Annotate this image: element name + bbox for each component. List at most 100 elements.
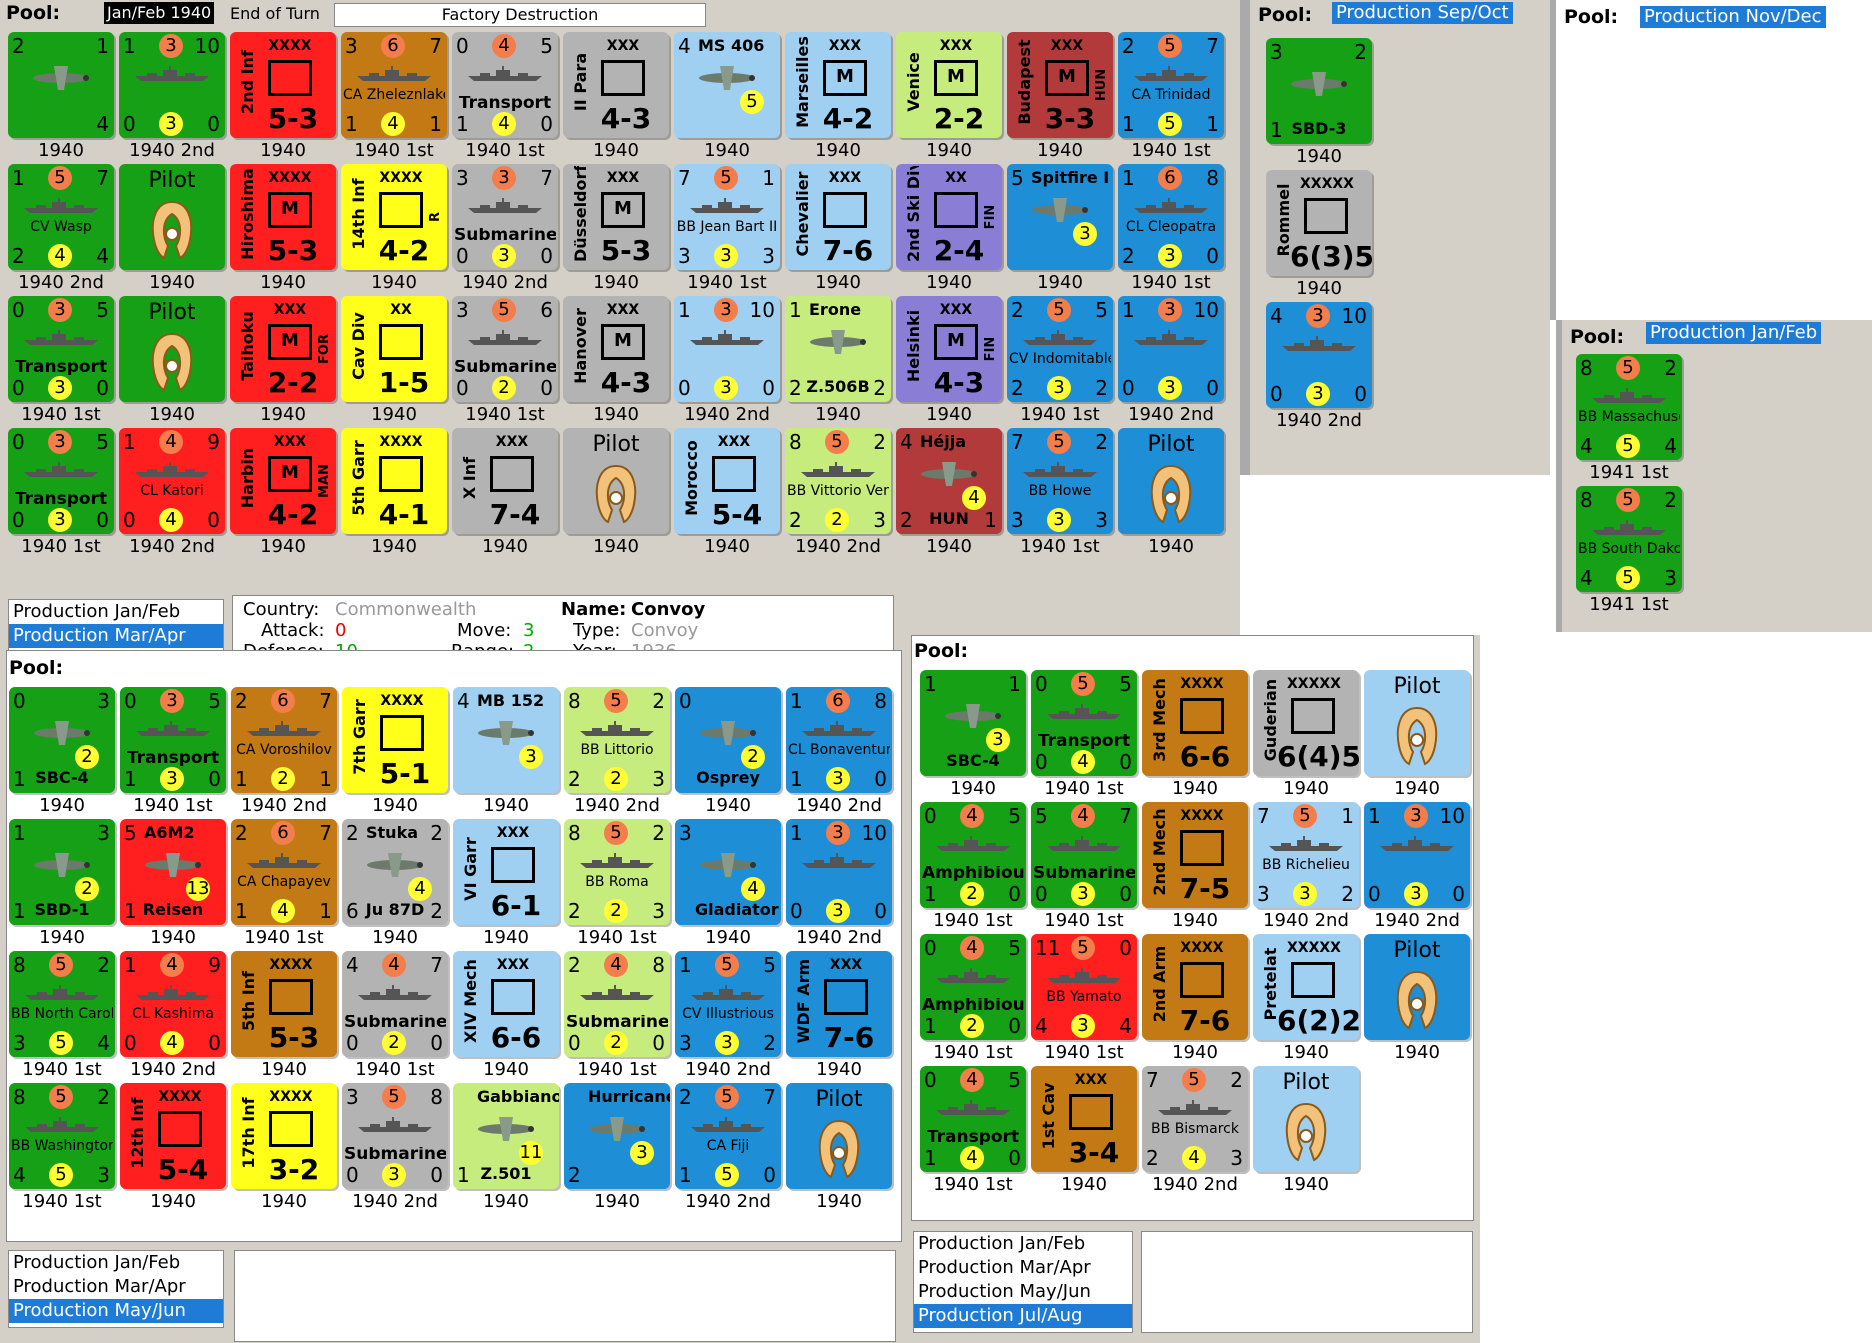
ship-counter[interactable]: 2 7 6 CA Voroshilov 1 1 2 — [231, 687, 337, 793]
ship-counter[interactable]: 1 5 5 CV Illustrious 3 2 3 — [675, 951, 781, 1057]
ship-counter[interactable]: 8 2 5 BB Washington 4 3 5 — [9, 1083, 115, 1189]
counter-cell[interactable]: 2 7 6 CA Voroshilov 1 1 2 1940 2nd — [229, 685, 339, 817]
counter-cell[interactable]: 2 7 5 CA Fiji 1 0 5 1940 2nd — [673, 1081, 783, 1213]
plane-counter[interactable]: Hurricane IIB 2 3 — [564, 1083, 670, 1189]
counter-cell[interactable]: 0 5 4 Transport 1 0 4 1940 1st — [450, 30, 560, 162]
counter-cell[interactable]: 1 10 3 0 0 3 1940 2nd — [1116, 294, 1226, 426]
counter-cell[interactable]: 7 2 5 BB Bismarck 2 3 4 1940 2nd — [1140, 1064, 1250, 1196]
counter-cell[interactable]: 825BB Massachusetts4451941 1st — [1574, 352, 1684, 484]
counter-cell[interactable]: 4 7 4 Submarine 0 0 2 1940 1st — [340, 949, 450, 1081]
plane-counter[interactable]: 3 2 SBD-3 1 — [1266, 38, 1372, 144]
unit-counter[interactable]: XXX M Venice 2-2 — [896, 32, 1002, 138]
ship-counter[interactable]: 11 0 5 BB Yamato 4 4 3 — [1031, 934, 1137, 1040]
counter-cell[interactable]: 11 0 5 BB Yamato 4 4 3 1940 1st — [1029, 932, 1139, 1064]
unit-counter[interactable]: XXX M Budapest HUN 3-3 — [1007, 32, 1113, 138]
counter-cell[interactable]: 825BB Vittorio Veneto2321940 2nd — [783, 426, 893, 558]
plane-counter[interactable]: 3 Gladiator 4 — [675, 819, 781, 925]
ship-counter[interactable]: 1 10 3 0 0 3 — [786, 819, 892, 925]
counter-cell[interactable]: 8 2 5 BB Washington 4 3 5 1940 1st — [7, 1081, 117, 1213]
counter-cell[interactable]: 0 5 4 Amphibious 1 0 2 1940 1st — [918, 932, 1028, 1064]
counter-cell[interactable]: 0 3 SBC-4 1 2 1940 — [7, 685, 117, 817]
counter-cell[interactable]: 3 8 5 Submarine 0 0 3 1940 2nd — [340, 1081, 450, 1213]
unit-counter[interactable]: XXX Chevalier 7-6 — [785, 164, 891, 270]
ship-counter[interactable]: 4 7 4 Submarine 0 0 2 — [342, 951, 448, 1057]
unit-counter[interactable]: XXXX 7th Garr 5-1 — [342, 687, 448, 793]
production-select[interactable]: Production Sep/Oct — [1332, 2, 1513, 24]
production-list-item[interactable]: Production Mar/Apr — [914, 1256, 1132, 1280]
counter-cell[interactable]: 5 7 4 Submarine 0 0 3 1940 1st — [1029, 800, 1139, 932]
unit-counter[interactable]: XXX VI Garr 6-1 — [453, 819, 559, 925]
counter-cell[interactable]: 0 5 3 Transport 0 0 3 1940 1st — [6, 426, 116, 558]
counter-cell[interactable]: XXXX 2nd Arm 7-6 1940 — [1140, 932, 1250, 1064]
counter-cell[interactable]: 1 Erone Z.506B 2 2 1940 — [783, 294, 893, 426]
counter-cell[interactable]: XX Cav Div 1-5 1940 — [339, 294, 449, 426]
ship-counter[interactable]: 1 9 4 CL Kashima 0 0 4 — [120, 951, 226, 1057]
unit-counter[interactable]: XXXX 14th Inf R 4-2 — [341, 164, 447, 270]
counter-cell[interactable]: XXX Morocco 5-4 1940 — [672, 426, 782, 558]
counter-cell[interactable]: 3 6 5 Submarine 0 0 2 1940 1st — [450, 294, 560, 426]
plane-counter[interactable]: 0 Osprey 2 — [675, 687, 781, 793]
counter-cell[interactable]: 1 10 3 0 0 3 1940 2nd — [672, 294, 782, 426]
counter-cell[interactable]: XXXX 5th Garr 4-1 1940 — [339, 426, 449, 558]
counter-cell[interactable]: XXX Chevalier 7-6 1940 — [783, 162, 893, 294]
ship-counter[interactable]: 1 8 6 CL Bonaventure 1 0 3 — [786, 687, 892, 793]
unit-counter[interactable]: XXXX 2nd Inf 5-3 — [230, 32, 336, 138]
counter-cell[interactable]: 7 1 5 BB Jean Bart II 3 3 3 1940 1st — [672, 162, 782, 294]
counter-cell[interactable]: XXXXX Rommel 6(3)5 1940 — [1264, 168, 1374, 300]
unit-counter[interactable]: XXX X Inf 7-4 — [452, 428, 558, 534]
unit-counter[interactable]: XX Cav Div 1-5 — [341, 296, 447, 402]
ship-counter[interactable]: 0 5 4 Transport 1 0 4 — [920, 1066, 1026, 1172]
production-list-item[interactable]: Production May/Jun — [9, 1299, 223, 1323]
unit-counter[interactable]: XXXX 5th Garr 4-1 — [341, 428, 447, 534]
counter-cell[interactable]: 5 A6M2 Reisen 1 13 1940 — [118, 817, 228, 949]
ship-counter[interactable]: 3 76 CA Zheleznlakov 1 14 — [341, 32, 447, 138]
production-list-item[interactable]: Production Jan/Feb — [914, 1232, 1132, 1256]
counter-cell[interactable]: Pilot 1940 — [1362, 932, 1472, 1064]
ship-counter[interactable]: 8 2 5 BB Roma 2 3 2 — [564, 819, 670, 925]
counter-cell[interactable]: 3 7 3 Submarine 0 0 3 1940 2nd — [450, 162, 560, 294]
pilot-counter[interactable]: Pilot — [786, 1083, 892, 1189]
counter-cell[interactable]: XXX VI Garr 6-1 1940 — [451, 817, 561, 949]
counter-cell[interactable]: XXXX 5th Inf 5-3 1940 — [229, 949, 339, 1081]
ship-counter[interactable]: 3 8 5 Submarine 0 0 3 — [342, 1083, 448, 1189]
ship-counter[interactable]: 2 7 5 CA Trinidad 1 1 5 — [1118, 32, 1224, 138]
counter-cell[interactable]: XXXX 3rd Mech 6-6 1940 — [1140, 668, 1250, 800]
counter-cell[interactable]: 2 8 4 Submarine 0 0 2 1940 1st — [562, 949, 672, 1081]
counter-cell[interactable]: 1 10 3 0 0 3 1940 2nd — [1362, 800, 1472, 932]
counter-cell[interactable]: 1 8 6 CL Cleopatra 2 0 3 1940 1st — [1116, 162, 1226, 294]
counter-cell[interactable]: XXXX 2nd Inf 5-3 1940 — [228, 30, 338, 162]
unit-counter[interactable]: XXX II Para 4-3 — [563, 32, 669, 138]
counter-cell[interactable]: Pilot 1940 — [117, 294, 227, 426]
counter-cell[interactable]: 2 2 Stuka Ju 87D 6 2 4 1940 — [340, 817, 450, 949]
counter-cell[interactable]: XXX X Inf 7-4 1940 — [450, 426, 560, 558]
counter-cell[interactable]: 825BB South Dakota4351941 1st — [1574, 484, 1684, 616]
ship-counter[interactable]: 2 7 6 CA Chapayev 1 1 4 — [231, 819, 337, 925]
counter-cell[interactable]: XXXX 2nd Mech 7-5 1940 — [1140, 800, 1250, 932]
counter-cell[interactable]: 1 3 SBD-1 1 2 1940 — [7, 817, 117, 949]
counter-cell[interactable]: XXXX 12th Inf 5-4 1940 — [118, 1081, 228, 1213]
ship-counter[interactable]: 2 8 4 Submarine 0 0 2 — [564, 951, 670, 1057]
counter-cell[interactable]: Pilot 1940 — [117, 162, 227, 294]
plane-counter[interactable]: 1 1 SBC-4 3 — [920, 670, 1026, 776]
counter-cell[interactable]: 4 10 3 0 0 3 1940 2nd — [1264, 300, 1374, 432]
unit-counter[interactable]: XXX WDF Arm 7-6 — [786, 951, 892, 1057]
ship-counter[interactable]: 0 5 3 Transport 0 0 3 — [8, 296, 114, 402]
plane-counter[interactable]: 2 1 4 — [8, 32, 114, 138]
counter-cell[interactable]: XXX M Marseilles 4-2 1940 — [783, 30, 893, 162]
counter-cell[interactable]: XXX M Hanover 4-3 1940 — [561, 294, 671, 426]
pilot-counter[interactable]: Pilot — [1364, 934, 1470, 1040]
counter-cell[interactable]: 3 Gladiator 4 1940 — [673, 817, 783, 949]
counter-cell[interactable]: 7 2 5 BB Howe 3 3 3 1940 1st — [1005, 426, 1115, 558]
plane-counter[interactable]: Gabbiano Z.501 1 11 — [453, 1083, 559, 1189]
counter-cell[interactable]: 0 5 4 Transport 1 0 4 1940 1st — [918, 1064, 1028, 1196]
plane-counter[interactable]: 4 MB 152 3 — [453, 687, 559, 793]
production-list[interactable]: Production Jan/Feb Production Mar/Apr Prod… — [8, 1250, 224, 1328]
counter-cell[interactable]: 2 5 5 CV Indomitable 2 2 3 1940 1st — [1005, 294, 1115, 426]
ship-counter[interactable]: 1 10 3 0 0 3 — [119, 32, 225, 138]
unit-counter[interactable]: XXX M Helsinki FIN 4-3 — [896, 296, 1002, 402]
plane-counter[interactable]: 5 Spitfire I 3 — [1007, 164, 1113, 270]
counter-cell[interactable]: Pilot 1940 — [1362, 668, 1472, 800]
unit-counter[interactable]: XXXXX Guderian 6(4)5 — [1253, 670, 1359, 776]
counter-cell[interactable]: XXX XIV Mech 6-6 1940 — [451, 949, 561, 1081]
ship-counter[interactable]: 825BB Massachusetts445 — [1576, 354, 1682, 460]
